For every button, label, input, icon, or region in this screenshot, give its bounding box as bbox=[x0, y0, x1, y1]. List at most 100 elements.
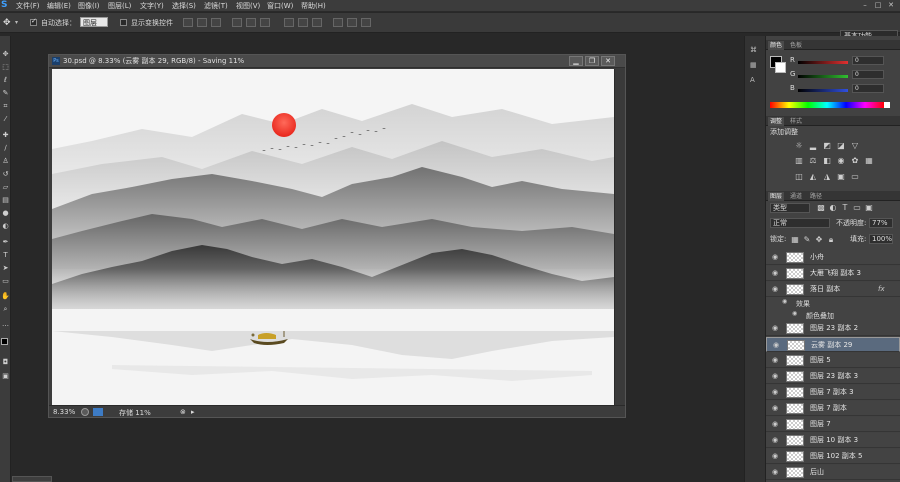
posterize-icon[interactable]: ◭ bbox=[808, 172, 818, 181]
red-slider[interactable] bbox=[798, 61, 848, 64]
white-swatch[interactable] bbox=[884, 102, 890, 108]
distribute-right-icon[interactable] bbox=[361, 18, 371, 27]
effects-eye-icon[interactable]: ◉ bbox=[782, 298, 787, 305]
maximize-app-button[interactable]: □ bbox=[873, 1, 883, 10]
menu-image[interactable]: 图像(I) bbox=[78, 1, 100, 11]
doc-restore-button[interactable]: ❐ bbox=[585, 56, 599, 66]
minimize-app-button[interactable]: – bbox=[860, 1, 870, 10]
selective-color-icon[interactable]: ▣ bbox=[836, 172, 846, 181]
visibility-eye-icon[interactable]: ◉ bbox=[770, 372, 780, 381]
layer-row[interactable]: ◉ 图层 5 bbox=[766, 353, 900, 368]
tab-color[interactable]: 颜色 bbox=[768, 41, 785, 50]
align-hcenter-icon[interactable] bbox=[246, 18, 256, 27]
red-value[interactable]: 0 bbox=[852, 56, 884, 65]
doc-close-button[interactable]: ✕ bbox=[601, 56, 615, 66]
visibility-eye-icon[interactable]: ◉ bbox=[770, 404, 780, 413]
doc-minimize-button[interactable]: ▁ bbox=[569, 56, 583, 66]
visibility-eye-icon[interactable]: ◉ bbox=[770, 420, 780, 429]
document-title-bar[interactable]: Ps 30.psd @ 8.33% (云雾 副本 29, RGB/8) - Sa… bbox=[49, 55, 625, 68]
layer-row[interactable]: ◉ 大雁飞翔 副本 3 bbox=[766, 266, 900, 281]
distribute-top-icon[interactable] bbox=[284, 18, 294, 27]
layer-kind-filter[interactable]: 类型 bbox=[770, 203, 810, 213]
layer-row[interactable]: ◉ 小舟 bbox=[766, 250, 900, 265]
menu-edit[interactable]: 编辑(E) bbox=[47, 1, 71, 11]
mini-bridge-tab[interactable] bbox=[12, 476, 52, 482]
type-tool-icon[interactable]: T bbox=[1, 251, 10, 260]
filter-adjust-icon[interactable]: ◐ bbox=[828, 203, 838, 212]
green-slider[interactable] bbox=[798, 75, 848, 78]
menu-layer[interactable]: 图层(L) bbox=[108, 1, 131, 11]
zoom-level[interactable]: 8.33% bbox=[53, 408, 75, 416]
visibility-eye-icon[interactable]: ◉ bbox=[770, 269, 780, 278]
effects-row[interactable]: ◉ 效果 bbox=[766, 297, 900, 309]
gradient-tool-icon[interactable]: ▤ bbox=[1, 196, 10, 205]
visibility-eye-icon[interactable]: ◉ bbox=[770, 324, 780, 333]
menu-view[interactable]: 视图(V) bbox=[236, 1, 260, 11]
black-white-icon[interactable]: ◧ bbox=[822, 156, 832, 165]
green-value[interactable]: 0 bbox=[852, 70, 884, 79]
marquee-tool-icon[interactable]: ⬚ bbox=[1, 63, 10, 72]
layer-row[interactable]: ◉ 图层 23 副本 2 bbox=[766, 321, 900, 336]
brightness-contrast-icon[interactable]: ☼ bbox=[794, 141, 804, 150]
menu-window[interactable]: 窗口(W) bbox=[267, 1, 293, 11]
align-right-icon[interactable] bbox=[260, 18, 270, 27]
lock-transparency-icon[interactable]: ▦ bbox=[790, 235, 800, 244]
effect-eye-icon[interactable]: ◉ bbox=[792, 310, 797, 317]
layer-row[interactable]: ◉ 图层 7 副本 bbox=[766, 401, 900, 416]
layer-row-selected[interactable]: ◉ 云雾 副本 29 bbox=[766, 337, 900, 352]
quick-select-tool-icon[interactable]: ✎ bbox=[1, 89, 10, 98]
visibility-eye-icon[interactable]: ◉ bbox=[770, 356, 780, 365]
properties-panel-icon[interactable]: ▦ bbox=[750, 61, 760, 70]
layer-row[interactable]: ◉ 图层 23 副本 3 bbox=[766, 369, 900, 384]
layer-row[interactable]: ◉ 图层 102 副本 5 bbox=[766, 449, 900, 464]
healing-tool-icon[interactable]: ✚ bbox=[1, 131, 10, 140]
visibility-eye-icon[interactable]: ◉ bbox=[770, 452, 780, 461]
align-bottom-icon[interactable] bbox=[211, 18, 221, 27]
distribute-hcenter-icon[interactable] bbox=[347, 18, 357, 27]
history-brush-tool-icon[interactable]: ↺ bbox=[1, 170, 10, 179]
filter-smart-icon[interactable]: ▣ bbox=[864, 203, 874, 212]
eyedropper-tool-icon[interactable]: ⁄ bbox=[1, 115, 10, 124]
lasso-tool-icon[interactable]: ℓ bbox=[1, 76, 10, 85]
vibrance-icon[interactable]: ▽ bbox=[850, 141, 860, 150]
foreground-color-swatch[interactable] bbox=[1, 338, 8, 345]
blend-mode-dropdown[interactable]: 正常 bbox=[770, 218, 830, 228]
effect-item-row[interactable]: ◉ 颜色叠加 bbox=[766, 309, 900, 321]
show-transform-checkbox[interactable] bbox=[120, 19, 127, 26]
menu-filter[interactable]: 滤镜(T) bbox=[204, 1, 228, 11]
dodge-tool-icon[interactable]: ◐ bbox=[1, 222, 10, 231]
hue-saturation-icon[interactable]: ▥ bbox=[794, 156, 804, 165]
image-canvas[interactable] bbox=[52, 69, 614, 405]
color-balance-icon[interactable]: ⚖ bbox=[808, 156, 818, 165]
character-panel-icon[interactable]: A bbox=[750, 76, 760, 85]
layer-row[interactable]: ◉ 落日 副本 fx bbox=[766, 282, 900, 297]
fill-field[interactable]: 100% bbox=[869, 234, 893, 244]
visibility-eye-icon[interactable]: ◉ bbox=[770, 285, 780, 294]
photo-filter-icon[interactable]: ◉ bbox=[836, 156, 846, 165]
menu-select[interactable]: 选择(S) bbox=[172, 1, 196, 11]
tab-channels[interactable]: 通道 bbox=[788, 192, 804, 201]
layer-fx-badge[interactable]: fx bbox=[878, 285, 885, 293]
align-vcenter-icon[interactable] bbox=[197, 18, 207, 27]
pen-tool-icon[interactable]: ✒ bbox=[1, 238, 10, 247]
layer-row[interactable]: ◉ 图层 7 bbox=[766, 417, 900, 432]
crop-tool-icon[interactable]: ⌗ bbox=[1, 102, 10, 111]
levels-icon[interactable]: ▂ bbox=[808, 141, 818, 150]
history-panel-icon[interactable]: ⌘ bbox=[750, 46, 760, 55]
threshold-icon[interactable]: ◮ bbox=[822, 172, 832, 181]
gradient-map-icon[interactable]: ▭ bbox=[850, 172, 860, 181]
curves-icon[interactable]: ◩ bbox=[822, 141, 832, 150]
visibility-eye-icon[interactable]: ◉ bbox=[770, 388, 780, 397]
auto-select-checkbox[interactable] bbox=[30, 17, 37, 26]
move-tool-icon[interactable]: ✥ bbox=[3, 18, 11, 28]
align-left-icon[interactable] bbox=[232, 18, 242, 27]
tool-preset-dropdown-icon[interactable]: ▾ bbox=[15, 19, 18, 26]
eraser-tool-icon[interactable]: ▱ bbox=[1, 183, 10, 192]
tab-layers[interactable]: 图层 bbox=[768, 192, 785, 201]
tab-paths[interactable]: 路径 bbox=[808, 192, 824, 201]
shape-tool-icon[interactable]: ▭ bbox=[1, 277, 10, 286]
stamp-tool-icon[interactable]: ♙ bbox=[1, 157, 10, 166]
distribute-left-icon[interactable] bbox=[333, 18, 343, 27]
tab-adjustments[interactable]: 调整 bbox=[768, 117, 785, 126]
distribute-vcenter-icon[interactable] bbox=[298, 18, 308, 27]
